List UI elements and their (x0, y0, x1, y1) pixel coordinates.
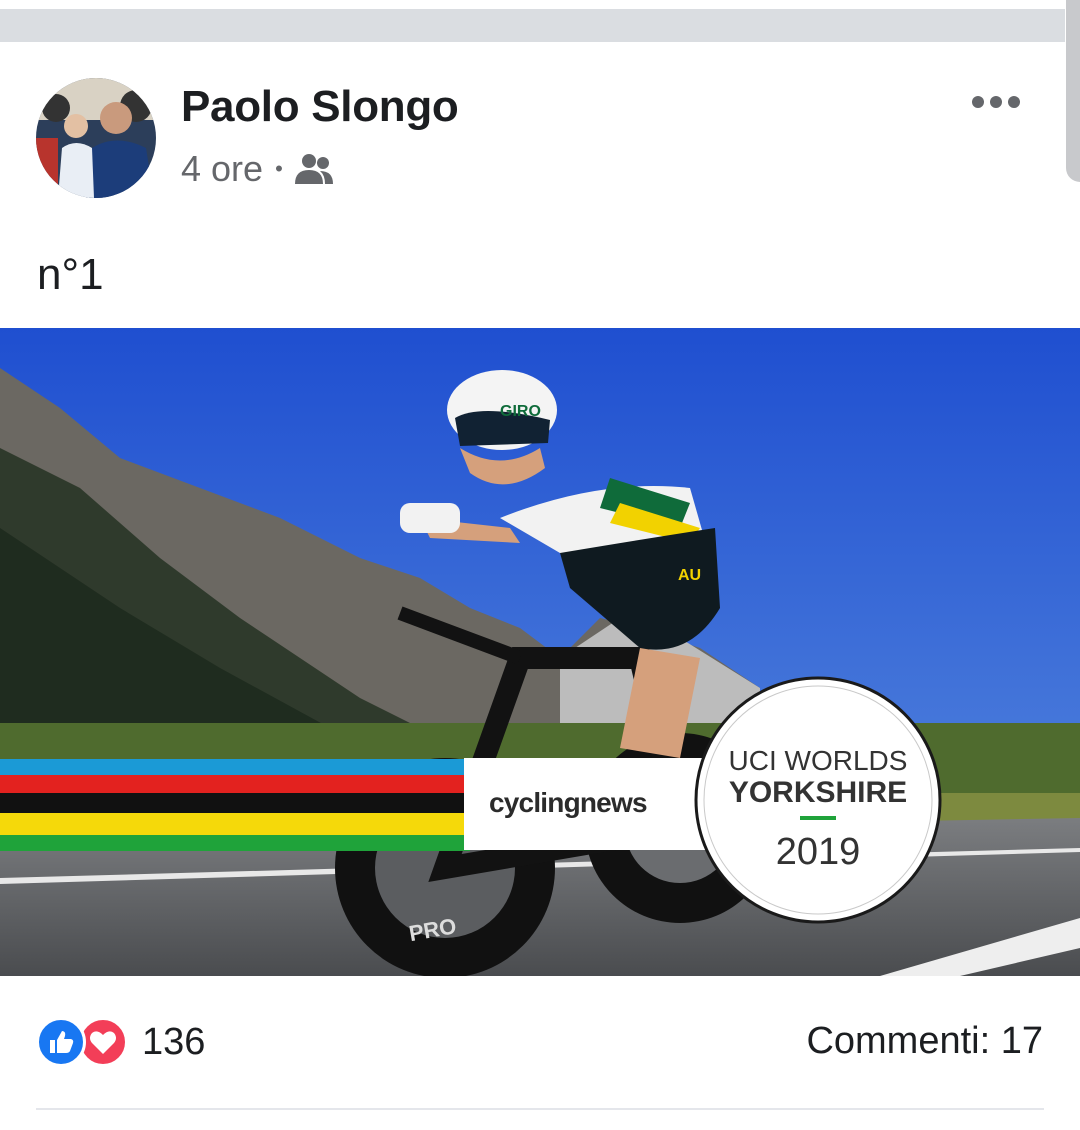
friends-icon[interactable] (294, 152, 333, 186)
post-text: n°1 (37, 250, 104, 299)
scrollbar[interactable] (1066, 0, 1080, 182)
more-options-icon[interactable] (972, 90, 1026, 114)
more-dot (990, 96, 1002, 108)
reactions-summary[interactable]: 136 (36, 1016, 205, 1068)
meta-separator: • (275, 156, 283, 181)
author-avatar[interactable] (36, 78, 156, 198)
badge-year: 2019 (776, 831, 861, 873)
rainbow-stripe-yellow (0, 813, 470, 835)
feed-divider-gap (0, 0, 1065, 9)
more-dot (972, 96, 984, 108)
post-meta: 4 ore • (181, 148, 333, 190)
badge-line1: UCI WORLDS (729, 745, 908, 776)
jersey-letters: AU (678, 567, 701, 584)
post-photo[interactable]: PRO AU GIRO cyclingnews UCI WORLDS YORKS… (0, 328, 1080, 976)
post-time[interactable]: 4 ore (181, 148, 263, 190)
rainbow-stripe-red (0, 775, 470, 793)
comments-count[interactable]: Commenti: 17 (806, 1020, 1043, 1063)
avatar-photo (36, 78, 156, 198)
rainbow-stripe-green (0, 835, 470, 851)
reaction-count: 136 (142, 1020, 206, 1063)
more-dot (1008, 96, 1020, 108)
badge-line2: YORKSHIRE (729, 776, 907, 809)
helmet-text: GIRO (500, 403, 541, 420)
cyclingnews-logo: cyclingnews (489, 787, 647, 818)
feed-divider (0, 0, 1065, 42)
actions-divider (36, 1108, 1044, 1110)
like-icon (36, 1017, 86, 1067)
author-name[interactable]: Paolo Slongo (181, 82, 459, 132)
rainbow-stripe-blue (0, 759, 470, 775)
cycling-photo: PRO AU GIRO cyclingnews UCI WORLDS YORKS… (0, 328, 1080, 976)
rainbow-stripe-black (0, 793, 470, 813)
